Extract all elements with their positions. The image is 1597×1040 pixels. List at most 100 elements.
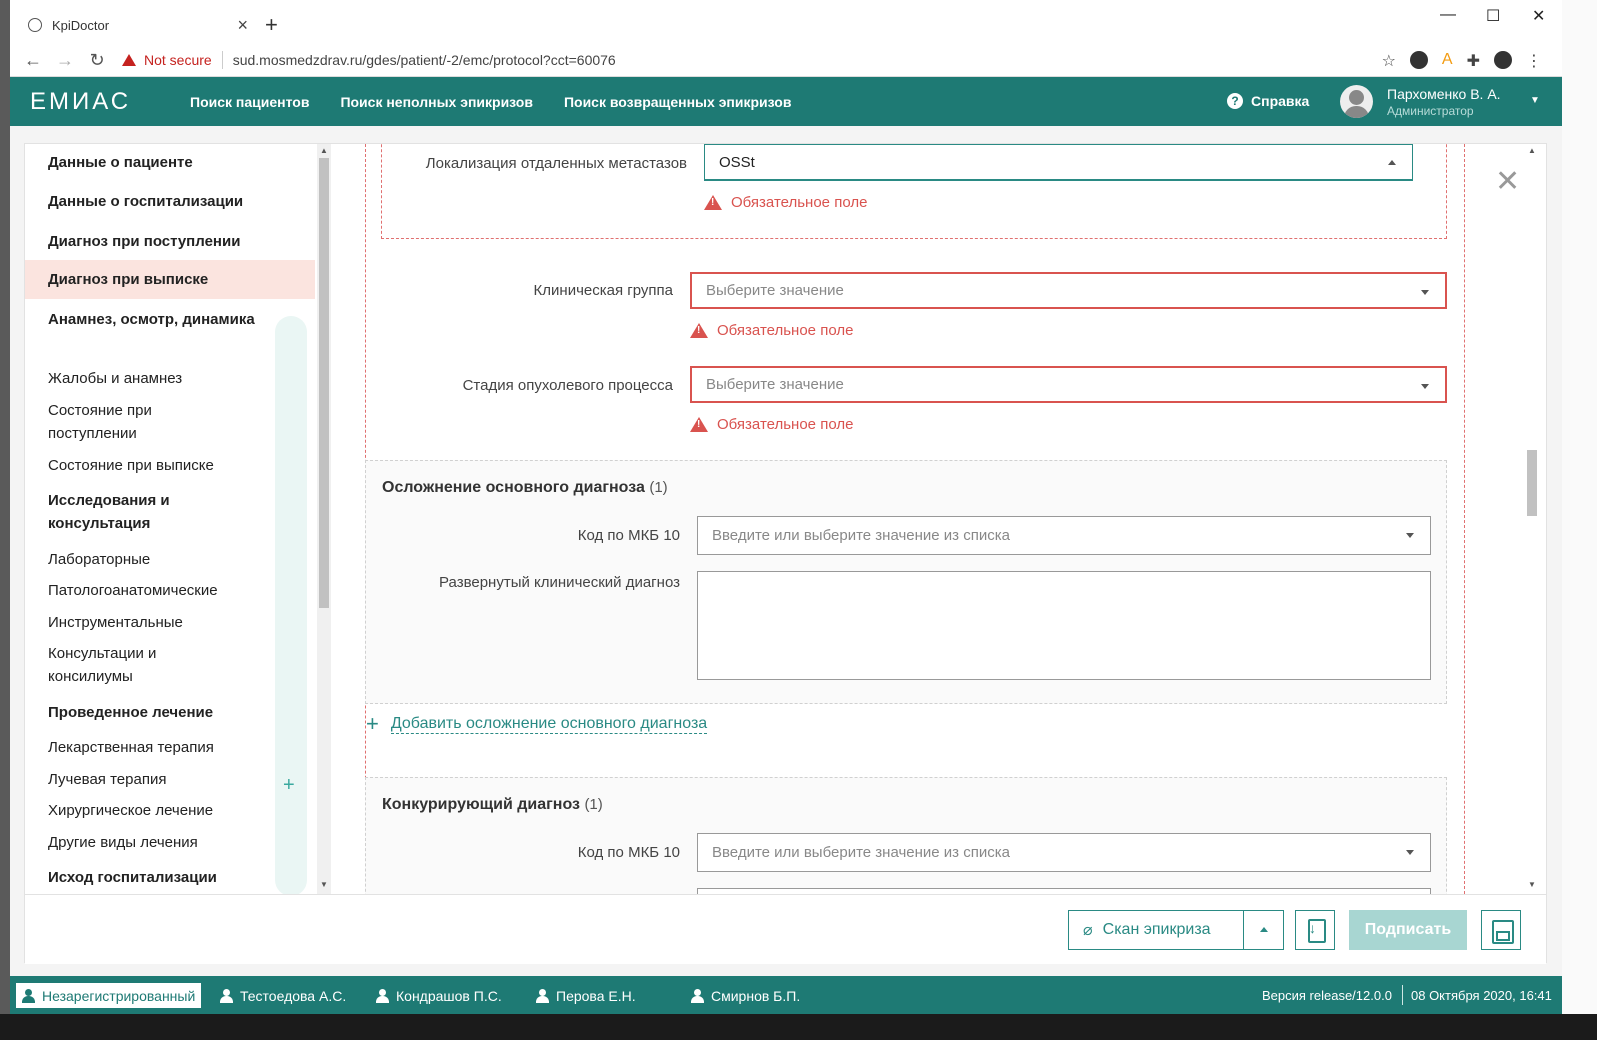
emias-logo[interactable]: ЕМИАС [30, 88, 150, 116]
scan-epicrisis-button[interactable]: ⌀ Скан эпикриза [1068, 910, 1284, 950]
back-icon[interactable]: ← [24, 50, 42, 71]
browser-tab[interactable]: KpiDoctor × [18, 7, 258, 43]
sidebar-item-admission-diagnosis[interactable]: Диагноз при поступлении [25, 230, 315, 253]
user-chip-unregistered[interactable]: Незарегистрированный [16, 983, 202, 1008]
reload-icon[interactable]: ↻ [88, 50, 106, 71]
chevron-down-icon [1406, 850, 1414, 855]
user-chip-smirnov[interactable]: Смирнов Б.П. [685, 983, 806, 1008]
profile-icon[interactable] [1494, 51, 1512, 69]
competing-title-text: Конкурирующий диагноз [382, 796, 580, 813]
sidebar-item-pathology[interactable]: Патологоанатомические [25, 579, 315, 602]
tab-bar: KpiDoctor × + — ☐ ✕ [10, 0, 1562, 43]
help-button[interactable]: ? Справка [1227, 93, 1309, 109]
sidebar-item-complaints[interactable]: Жалобы и анамнез [25, 367, 315, 390]
minimize-icon[interactable]: — [1440, 6, 1456, 24]
sidebar-item-discharge-state[interactable]: Состояние при выписке [25, 454, 315, 477]
scroll-up-icon[interactable]: ▲ [1528, 146, 1536, 155]
user-chip-perova[interactable]: Перова Е.Н. [530, 983, 642, 1008]
clinical-group-select[interactable]: Выберите значение [690, 272, 1447, 309]
add-complication-link[interactable]: + Добавить осложнение основного диагноза [366, 711, 708, 737]
tumor-stage-label: Стадия опухолевого процесса [462, 377, 673, 394]
sidebar-item-surgical-treatment[interactable]: Хирургическое лечение [25, 799, 315, 822]
sidebar-item-radiation-therapy[interactable]: Лучевая терапия [25, 768, 315, 791]
maximize-icon[interactable]: ☐ [1486, 6, 1500, 26]
close-tab-icon[interactable]: × [237, 15, 248, 36]
extension-a-icon[interactable]: A [1442, 51, 1453, 71]
forward-icon[interactable]: → [56, 50, 74, 71]
competing-mkb-placeholder: Введите или выберите значение из списка [712, 844, 1010, 861]
action-footer: ⌀ Скан эпикриза Подписать [25, 894, 1546, 964]
chevron-up-icon[interactable] [1260, 927, 1268, 932]
sidebar-item-outcome[interactable]: Исход госпитализации [25, 866, 315, 889]
version-label: Версия release/12.0.0 [1262, 988, 1392, 1003]
tumor-stage-select[interactable]: Выберите значение [690, 366, 1447, 403]
sidebar: Данные о пациенте Данные о госпитализаци… [25, 144, 317, 894]
sidebar-item-research[interactable]: Исследования и консультация [25, 489, 225, 535]
scan-label: Скан эпикриза [1102, 921, 1211, 938]
complication-mkb-select[interactable]: Введите или выберите значение из списка [697, 516, 1431, 555]
close-icon[interactable]: ✕ [1495, 164, 1520, 199]
add-icon[interactable]: + [283, 774, 295, 797]
user-chip-kondrashov[interactable]: Кондрашов П.С. [370, 983, 508, 1008]
sidebar-item-anamnesis[interactable]: Анамнез, осмотр, динамика [25, 308, 265, 331]
url-input[interactable]: sud.mosmedzdrav.ru/gdes/patient/-2/emc/p… [233, 52, 616, 68]
chevron-down-icon [1406, 533, 1414, 538]
address-separator [221, 51, 223, 69]
complication-mkb-placeholder: Введите или выберите значение из списка [712, 527, 1010, 544]
new-tab-icon[interactable]: + [265, 12, 278, 38]
user-chip-testoedova[interactable]: Тестоедова А.С. [214, 983, 352, 1008]
competing-mkb-select[interactable]: Введите или выберите значение из списка [697, 833, 1431, 872]
complication-diag-textarea[interactable] [697, 571, 1431, 680]
content-scrollbar[interactable]: ▲ ▼ [1525, 144, 1539, 894]
window-close-icon[interactable]: ✕ [1532, 6, 1545, 26]
required-message: Обязательное поле [717, 322, 854, 339]
clinical-group-label: Клиническая группа [533, 282, 673, 299]
sidebar-item-discharge-diagnosis[interactable]: Диагноз при выписке [25, 260, 315, 299]
menu-icon[interactable]: ⋮ [1526, 51, 1542, 71]
user-icon [536, 988, 549, 1003]
download-button[interactable] [1295, 910, 1335, 950]
nav-patient-search[interactable]: Поиск пациентов [190, 94, 309, 110]
user-name[interactable]: Пархоменко В. А. [1387, 86, 1501, 102]
chevron-down-icon[interactable]: ▼ [1530, 95, 1540, 106]
competing-count: (1) [584, 796, 603, 813]
avatar[interactable] [1340, 85, 1373, 118]
complication-count: (1) [649, 479, 668, 496]
sidebar-item-instrumental[interactable]: Инструментальные [25, 611, 315, 634]
sidebar-item-patient-data[interactable]: Данные о пациенте [25, 151, 315, 174]
scroll-down-icon[interactable]: ▼ [320, 880, 328, 889]
scrollbar-thumb[interactable] [1527, 450, 1537, 516]
sidebar-item-treatment[interactable]: Проведенное лечение [25, 701, 315, 724]
nav-incomplete-epicrisis[interactable]: Поиск неполных эпикризов [340, 94, 533, 110]
sidebar-item-hospitalization[interactable]: Данные о госпитализации [25, 190, 315, 213]
browser-toolbar: ☆ A ✚ ⋮ [1382, 51, 1542, 71]
metastases-label: Локализация отдаленных метастазов [425, 155, 687, 172]
nav-returned-epicrisis[interactable]: Поиск возвращенных эпикризов [564, 94, 791, 110]
form-content: Локализация отдаленных метастазов OSSt О… [365, 144, 1465, 894]
star-icon[interactable]: ☆ [1382, 51, 1396, 71]
question-icon: ? [1227, 93, 1243, 109]
tumor-stage-placeholder: Выберите значение [706, 376, 844, 393]
sidebar-item-laboratory[interactable]: Лабораторные [25, 548, 315, 571]
puzzle-icon[interactable]: ✚ [1467, 51, 1480, 71]
sidebar-scrollbar[interactable]: ▲ ▼ [317, 144, 331, 894]
scroll-down-icon[interactable]: ▼ [1528, 880, 1536, 889]
metastases-select[interactable]: OSSt [704, 144, 1413, 181]
user-chip-label: Перова Е.Н. [556, 987, 636, 1004]
save-button[interactable] [1481, 910, 1521, 950]
sign-button[interactable]: Подписать [1349, 910, 1467, 950]
status-separator [1402, 985, 1403, 1005]
app-header: ЕМИАС Поиск пациентов Поиск неполных эпи… [10, 77, 1562, 126]
sidebar-item-admission-state[interactable]: Состояние при поступлении [25, 399, 225, 445]
not-secure-label[interactable]: Not secure [144, 52, 212, 68]
scrollbar-thumb[interactable] [319, 158, 329, 608]
user-icon [376, 988, 389, 1003]
clinical-group-placeholder: Выберите значение [706, 282, 844, 299]
sidebar-item-other-treatment[interactable]: Другие виды лечения [25, 831, 315, 854]
extension-icon[interactable] [1409, 51, 1428, 69]
globe-icon [28, 18, 42, 32]
sidebar-item-drug-therapy[interactable]: Лекарственная терапия [25, 736, 315, 759]
scroll-up-icon[interactable]: ▲ [320, 146, 328, 155]
user-chip-label: Тестоедова А.С. [240, 987, 347, 1004]
sidebar-item-consultations[interactable]: Консультации и консилиумы [25, 642, 205, 688]
